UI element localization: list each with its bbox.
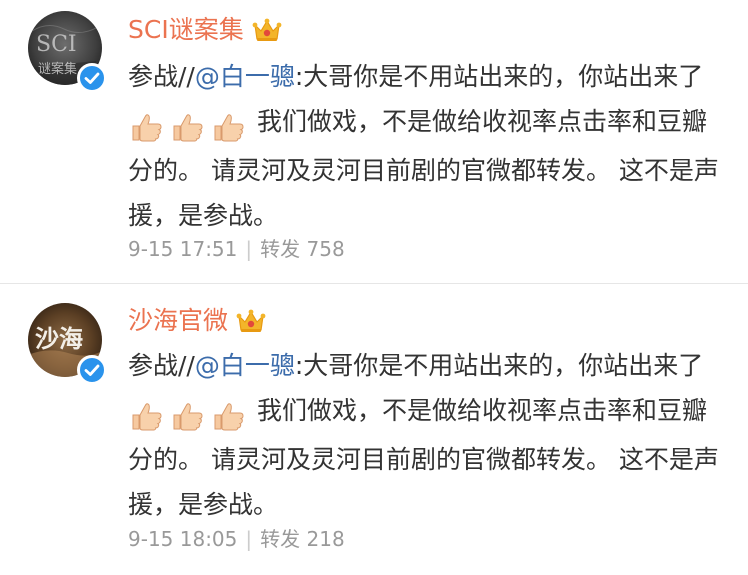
thumbs-up-icon [214,114,244,142]
meta-separator: | [245,527,253,551]
thumbs-up-icon [173,114,203,142]
mention-link[interactable]: @白一骢 [195,351,295,380]
verified-badge [77,355,107,385]
mention-link[interactable]: @白一骢 [195,62,295,91]
crown-icon[interactable] [236,307,266,335]
thumbs-up-icon [214,403,244,431]
weibo-post: SCI 谜案集 SCI谜案集 参战//@白一骢:大哥你是不用站出来的，你站出来了… [0,0,748,283]
post-time[interactable]: 9-15 17:51 [128,237,237,261]
username-link[interactable]: SCI谜案集 [128,12,244,48]
verified-check-icon [84,364,100,376]
repost-count[interactable]: 758 [307,237,345,261]
weibo-post: 沙海 沙海官微 参战//@白一骢:大哥你是不用站出来的，你站出来了 我们做戏，不… [0,283,748,575]
content-prefix: 参战// [128,62,195,91]
thumbs-up-icon [132,403,162,431]
username-link[interactable]: 沙海官微 [128,303,228,339]
emoji-group [130,392,253,437]
post-content: 参战//@白一骢:大哥你是不用站出来的，你站出来了 我们做戏，不是做给收视率点击… [128,54,728,238]
post-content: 参战//@白一骢:大哥你是不用站出来的，你站出来了 我们做戏，不是做给收视率点击… [128,343,728,527]
post-meta: 9-15 18:05 | 转发 218 [128,525,345,553]
weibo-feed: SCI 谜案集 SCI谜案集 参战//@白一骢:大哥你是不用站出来的，你站出来了… [0,0,748,575]
crown-icon[interactable] [252,16,282,44]
repost-label[interactable]: 转发 [260,237,300,261]
content-prefix: 参战// [128,351,195,380]
svg-text:谜案集: 谜案集 [38,61,77,77]
content-text: :大哥你是不用站出来的，你站出来了 [294,351,704,380]
thumbs-up-icon [173,403,203,431]
verified-badge [77,63,107,93]
verified-check-icon [84,72,100,84]
post-meta: 9-15 17:51 | 转发 758 [128,235,345,263]
meta-separator: | [245,237,253,261]
content-text: :大哥你是不用站出来的，你站出来了 [294,62,704,91]
svg-text:SCI: SCI [36,32,77,57]
emoji-group [130,103,253,148]
user-row: 沙海官微 [128,303,266,339]
user-row: SCI谜案集 [128,12,282,48]
repost-count[interactable]: 218 [307,527,345,551]
thumbs-up-icon [132,114,162,142]
repost-label[interactable]: 转发 [260,527,300,551]
post-time[interactable]: 9-15 18:05 [128,527,237,551]
svg-text:沙海: 沙海 [35,324,83,353]
